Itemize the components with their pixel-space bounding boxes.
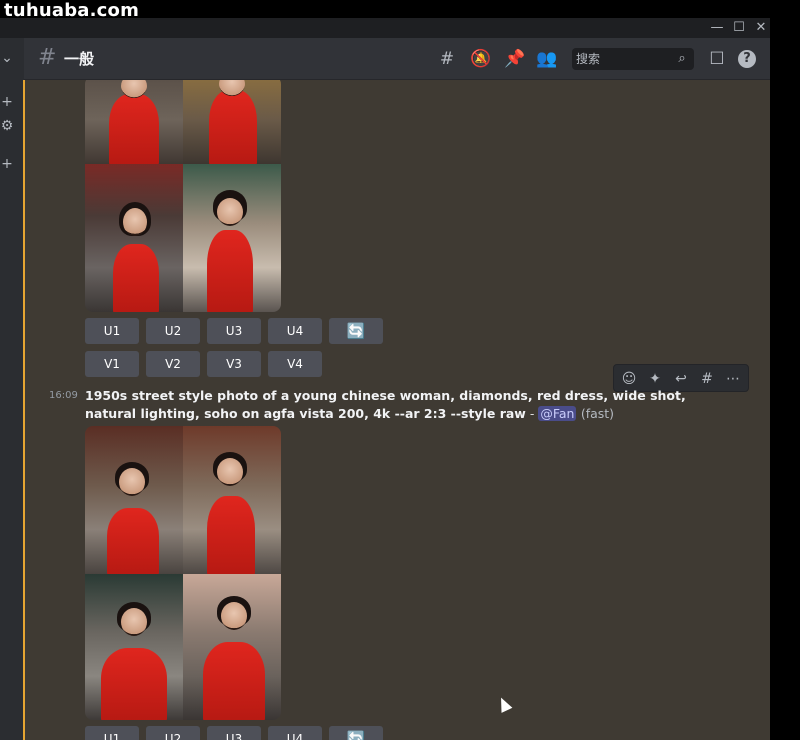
pin-icon[interactable]: 📌 (504, 48, 526, 70)
reroll-button[interactable]: 🔄 (329, 318, 383, 344)
grid-image-6[interactable] (183, 426, 281, 574)
help-icon[interactable]: ? (738, 50, 756, 68)
window-edge (770, 18, 800, 740)
variation-4-button[interactable]: V4 (268, 351, 322, 377)
upscale-3-button-current[interactable]: U3 (207, 726, 261, 740)
user-mention[interactable]: @Fan (538, 406, 577, 421)
variation-1-button[interactable]: V1 (85, 351, 139, 377)
watermark: tuhuaba.com (4, 0, 140, 21)
variation-2-button[interactable]: V2 (146, 351, 200, 377)
upscale-3-button[interactable]: U3 (207, 318, 261, 344)
upscale-2-button-current[interactable]: U2 (146, 726, 200, 740)
upscale-4-button[interactable]: U4 (268, 318, 322, 344)
upscale-4-button-current[interactable]: U4 (268, 726, 322, 740)
upscale-1-button[interactable]: U1 (85, 318, 139, 344)
minimize-icon[interactable]: — (706, 18, 728, 38)
speed-tag: (fast) (580, 406, 615, 421)
separator: - (525, 406, 539, 421)
grid-image-8[interactable] (183, 574, 281, 720)
search-icon[interactable]: ⌕ (674, 50, 690, 68)
message-content: 1950s street style photo of a young chin… (85, 387, 725, 423)
grid-image-4[interactable] (183, 164, 281, 312)
search-box: ⌕ (572, 48, 694, 70)
more-icon[interactable]: ⋯ (722, 368, 744, 390)
add-icon[interactable]: + (0, 156, 14, 172)
grid-image-1[interactable] (85, 80, 183, 164)
inbox-icon[interactable]: ☐ (706, 48, 728, 70)
channel-hash-icon: # (38, 45, 57, 70)
search-input[interactable] (576, 50, 670, 68)
server-sidebar: ⌄ + ⚙ + (0, 38, 24, 740)
threads-icon[interactable]: # (436, 48, 458, 70)
chevron-down-icon[interactable]: ⌄ (0, 50, 14, 66)
add-channel-icon[interactable]: + (0, 94, 14, 110)
upscale-1-button-current[interactable]: U1 (85, 726, 139, 740)
message-timestamp: 16:09 (49, 390, 78, 401)
grid-image-2[interactable] (183, 80, 281, 164)
members-icon[interactable]: 👥 (536, 48, 558, 70)
gear-icon[interactable]: ⚙ (0, 118, 14, 134)
channel-header: # 一般 # 🔕 📌 👥 ⌕ ☐ ? (24, 38, 770, 80)
variation-3-button[interactable]: V3 (207, 351, 261, 377)
channel-name: 一般 (64, 50, 95, 68)
upscale-2-button[interactable]: U2 (146, 318, 200, 344)
reroll-button-current[interactable]: 🔄 (329, 726, 383, 740)
image-grid-current[interactable] (85, 426, 281, 720)
grid-image-5[interactable] (85, 426, 183, 574)
maximize-icon[interactable]: ☐ (728, 18, 750, 38)
close-icon[interactable]: ✕ (750, 18, 772, 38)
image-grid-previous[interactable] (85, 80, 281, 312)
grid-image-3[interactable] (85, 164, 183, 312)
mute-icon[interactable]: 🔕 (470, 48, 492, 70)
chat-messages: U1 U2 U3 U4 🔄 V1 V2 V3 V4 ☺ ✦ ↩ # ⋯ 16:0… (25, 80, 770, 740)
grid-image-7[interactable] (85, 574, 183, 720)
